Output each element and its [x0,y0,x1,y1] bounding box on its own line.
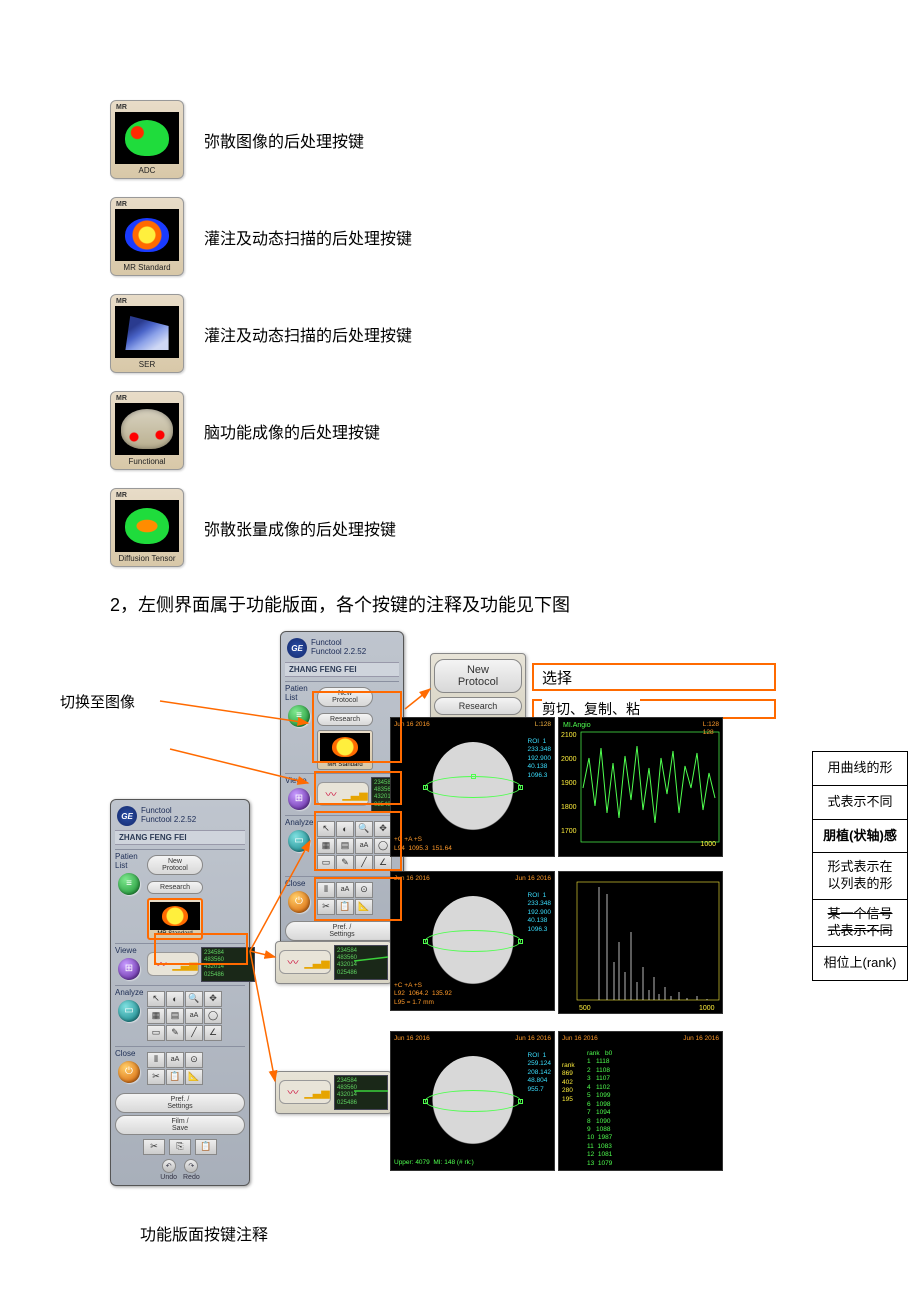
np-big[interactable]: New Protocol [434,659,522,693]
mr-tag: MR [114,104,180,112]
scan-1[interactable]: Jun 16 2016 +C +A +S L94 1095.3 151.64 R… [390,717,555,857]
annotation-column: 用曲线的形 式表示不同 朋植(状轴)感 形式表示在 以列表的形 某一个信号 式表… [812,751,908,981]
popout-np: New Protocol Research [430,653,526,721]
icon-row-ser: MR SER 灌注及动态扫描的后处理按键 [110,294,810,373]
bottom-caption: 功能版面按键注释 [110,1221,810,1245]
analyze-button-b[interactable]: ▭ [118,1000,140,1022]
redo-button-b[interactable]: ↷Redo [183,1159,200,1181]
svg-text:500: 500 [579,1005,591,1012]
adc-caption: ADC [114,166,180,176]
adc-card[interactable]: MR ADC [110,100,184,179]
icon-row-mrstd: MR MR Standard 灌注及动态扫描的后处理按键 [110,197,810,276]
spike-chart-svg: 500 1000 [559,872,724,1015]
patient-list-button[interactable]: ≡ [288,705,310,727]
svg-text:1000: 1000 [699,1005,715,1012]
functional-label: 脑功能成像的后处理按键 [204,419,380,443]
scan-3[interactable]: Jun 16 2016 Jun 16 2016 ROI 1 259.124 20… [390,1031,555,1171]
patient-list-button-b[interactable]: ≡ [118,873,140,895]
popout-viewtoggle2: 〰 ▁▃▅ 234584 483560 432014 025486 [275,1071,392,1114]
label-cut: 剪切、复制、粘 [542,699,640,719]
research-big[interactable]: Research [434,697,522,715]
close-button[interactable]: ⏻ [288,891,310,913]
film-save-b[interactable]: Film / Save [115,1115,245,1135]
viewer-button[interactable]: ⊞ [288,788,310,810]
functional-card[interactable]: MR Functional [110,391,184,470]
curve-icon[interactable]: 〰 [282,953,304,971]
close-button-b[interactable]: ⏻ [118,1061,140,1083]
popout-viewtoggle: 〰 ▁▃▅ 234584 483560 432014 025486 [275,941,392,984]
ge-logo-icon: GE [287,638,307,658]
scissors-icon-b[interactable]: ✂ [143,1139,165,1155]
icon-row-functional: MR Functional 脑功能成像的后处理按键 [110,391,810,470]
label-select: 选择 [542,667,572,688]
table-panel[interactable]: Jun 16 2016 Jun 16 2016 rank b0 1 1118 2… [558,1031,723,1171]
line-chart-svg [559,718,724,858]
mrstd-card[interactable]: MR MR Standard [110,197,184,276]
diagram: GE Functool Functool 2.2.52 ZHANG FENG F… [110,631,810,1191]
mrstd-label: 灌注及动态扫描的后处理按键 [204,225,412,249]
dti-label: 弥散张量成像的后处理按键 [204,516,396,540]
viewer-button-b[interactable]: ⊞ [118,958,140,980]
callout-imgdisp: 图像显示 [60,741,120,762]
adc-label: 弥散图像的后处理按键 [204,128,364,152]
undo-button-b[interactable]: ↶Undo [160,1159,177,1181]
pref-settings-b[interactable]: Pref. / Settings [115,1093,245,1113]
patient-name: ZHANG FENG FEI [285,662,399,677]
copy-icon-b[interactable]: ⎘ [169,1139,191,1155]
graph-spike[interactable]: 500 1000 [558,871,723,1014]
ser-card[interactable]: MR SER [110,294,184,373]
dti-card[interactable]: MR Diffusion Tensor [110,488,184,567]
pref-button-a[interactable]: Pref. / Settings [285,921,399,941]
icon-row-dti: MR Diffusion Tensor 弥散张量成像的后处理按键 [110,488,810,567]
icon-row-adc: MR ADC 弥散图像的后处理按键 [110,100,810,179]
adc-thumb [115,112,179,164]
section2-text: 2，左侧界面属于功能版面，各个按键的注释及功能见下图 [110,591,810,617]
ft-panel-main: GE Functool Functool 2.2.52 ZHANG FENG F… [110,799,250,1186]
analyze-button[interactable]: ▭ [288,830,310,852]
ser-label: 灌注及动态扫描的后处理按键 [204,322,412,346]
hist-icon[interactable]: ▁▃▅ [306,953,328,971]
scan-2[interactable]: Jun 16 2016 Jun 16 2016 ROI 1 233.348 19… [390,871,555,1011]
graph-line[interactable]: MI.Angio 2100 2000 1900 1800 1700 1000 L… [558,717,723,857]
callout-switch: 切换至图像 [60,691,135,712]
paste-icon-b[interactable]: 📋 [195,1139,217,1155]
